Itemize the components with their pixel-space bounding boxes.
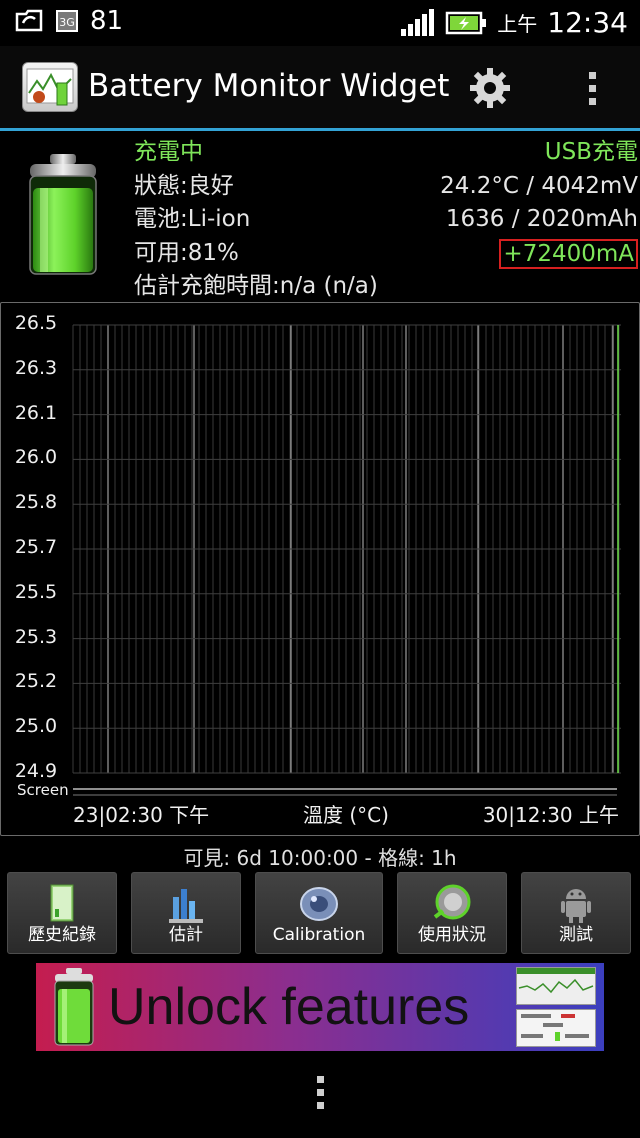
battery-available: 可用:81% bbox=[134, 239, 239, 266]
battery-status-image bbox=[29, 154, 97, 275]
current-reading: +72400mA bbox=[499, 238, 638, 269]
usage-button[interactable]: 使用狀況 bbox=[397, 872, 507, 954]
clock: 12:34 bbox=[547, 6, 628, 39]
bottom-menu-button[interactable] bbox=[312, 1076, 328, 1116]
battery-info-left: 充電中 狀態:良好 電池:Li-ion 可用:81% 估計充飽時間:n/a (n… bbox=[134, 136, 378, 304]
unlock-features-banner[interactable]: Unlock features bbox=[36, 963, 604, 1051]
charge-time-estimate: 估計充飽時間:n/a (n/a) bbox=[134, 273, 378, 299]
app-title: Battery Monitor Widget bbox=[88, 68, 450, 104]
clock-ampm: 上午 bbox=[497, 12, 538, 36]
y-tick-label: 25.0 bbox=[14, 715, 58, 738]
y-tick-label: 24.9 bbox=[14, 760, 58, 782]
health-status: 狀態:良好 bbox=[134, 172, 234, 199]
app-logo-icon bbox=[22, 62, 78, 112]
y-tick-label: 25.7 bbox=[14, 536, 58, 558]
x-axis-start-label: 23|02:30 下午 bbox=[73, 803, 210, 827]
test-button-label: 測試 bbox=[559, 925, 593, 945]
battery-level-text: 81 bbox=[90, 6, 124, 36]
calibration-button[interactable]: Calibration bbox=[255, 872, 383, 954]
history-button[interactable]: 歷史紀錄 bbox=[7, 872, 117, 954]
banner-text: Unlock features bbox=[108, 978, 470, 1036]
app-bar: Battery Monitor Widget bbox=[0, 46, 640, 131]
charge-source: USB充電 bbox=[544, 139, 638, 165]
capacity: 1636 / 2020mAh bbox=[445, 206, 638, 232]
visible-range-summary: 可見: 6d 10:00:00 - 格線: 1h bbox=[183, 846, 457, 870]
y-tick-label: 26.0 bbox=[14, 446, 58, 469]
y-tick-label: 26.3 bbox=[14, 356, 58, 379]
overflow-menu-button[interactable] bbox=[572, 60, 612, 116]
calibration-button-label: Calibration bbox=[272, 925, 366, 945]
history-icon bbox=[50, 884, 74, 922]
estimate-button-label: 估計 bbox=[169, 925, 203, 945]
signal-icon bbox=[401, 8, 435, 36]
android-icon bbox=[561, 889, 591, 923]
y-tick-label: 26.5 bbox=[14, 312, 58, 334]
calibration-icon bbox=[300, 887, 338, 921]
usage-icon bbox=[433, 884, 471, 920]
screen-row-label: Screen bbox=[17, 781, 69, 799]
banner-battery-icon bbox=[54, 968, 94, 1046]
graph-canvas bbox=[72, 324, 621, 796]
action-toolbar: 歷史紀錄 估計 Calibration 使用狀況 測試 bbox=[0, 872, 640, 956]
banner-widget-thumbnail bbox=[516, 1009, 596, 1047]
estimate-button[interactable]: 估計 bbox=[131, 872, 241, 954]
y-tick-label: 25.2 bbox=[14, 670, 58, 693]
temperature-graph[interactable]: 26.5 26.3 26.1 26.0 25.8 25.7 25.5 25.3 25.2 25.0… bbox=[0, 302, 640, 836]
temperature-voltage: 24.2°C / 4042mV bbox=[440, 172, 638, 199]
gear-icon bbox=[470, 68, 510, 108]
settings-button[interactable] bbox=[462, 60, 518, 116]
y-tick-label: 25.8 bbox=[14, 491, 58, 514]
estimate-icon bbox=[169, 889, 203, 923]
x-axis-end-label: 30|12:30 上午 bbox=[482, 803, 619, 827]
y-tick-label: 25.5 bbox=[14, 580, 58, 603]
notification-icon bbox=[15, 9, 43, 32]
y-tick-label: 25.3 bbox=[14, 625, 58, 648]
history-button-label: 歷史紀錄 bbox=[28, 925, 96, 945]
battery-type: 電池:Li-ion bbox=[134, 206, 251, 232]
test-button[interactable]: 測試 bbox=[521, 872, 631, 954]
status-bar: 3G 81 上午 12:34 bbox=[0, 0, 640, 46]
battery-charging-icon bbox=[446, 11, 487, 34]
y-tick-label: 26.1 bbox=[14, 401, 58, 424]
network-3g-icon: 3G bbox=[56, 10, 78, 32]
banner-graph-thumbnail bbox=[516, 967, 596, 1005]
charging-state: 充電中 bbox=[134, 139, 203, 165]
x-axis-title: 溫度 (°C) bbox=[303, 803, 389, 827]
battery-info-right: USB充電 24.2°C / 4042mV 1636 / 2020mAh +72… bbox=[440, 136, 638, 271]
usage-button-label: 使用狀況 bbox=[418, 925, 486, 945]
